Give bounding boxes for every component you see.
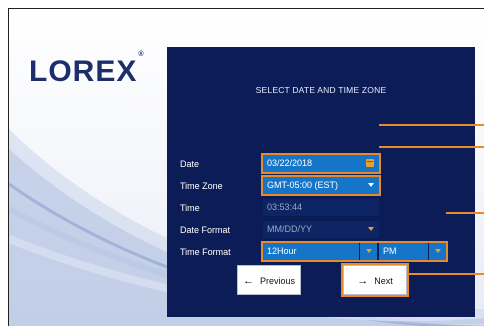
time-value: 03:53:44 bbox=[267, 202, 303, 212]
hour-mode-select[interactable]: 12Hour bbox=[263, 243, 377, 260]
callout-time-zone bbox=[379, 146, 484, 148]
hour-mode-dropdown-button[interactable] bbox=[359, 243, 377, 260]
time-label: Time bbox=[180, 203, 200, 213]
chevron-down-icon bbox=[368, 183, 374, 187]
callout-time-format bbox=[446, 212, 484, 214]
callout-date bbox=[379, 124, 484, 126]
next-button-label: Next bbox=[374, 276, 393, 286]
time-field: 03:53:44 bbox=[263, 199, 379, 216]
meridiem-value: PM bbox=[383, 246, 397, 256]
date-time-setup-panel: SELECT DATE AND TIME ZONE Date 03/22/201… bbox=[167, 47, 475, 317]
hour-mode-value: 12Hour bbox=[267, 246, 297, 256]
time-format-group: 12Hour PM bbox=[261, 241, 448, 262]
date-format-label: Date Format bbox=[180, 225, 231, 235]
calendar-icon[interactable] bbox=[366, 159, 374, 167]
chevron-down-icon bbox=[366, 249, 372, 253]
time-zone-label: Time Zone bbox=[180, 181, 223, 191]
meridiem-select[interactable]: PM bbox=[379, 243, 446, 260]
next-button[interactable]: → Next bbox=[341, 263, 409, 297]
callout-next bbox=[407, 273, 484, 275]
time-zone-select[interactable]: GMT-05:00 (EST) bbox=[261, 175, 381, 196]
trademark-symbol: ® bbox=[138, 51, 145, 58]
time-zone-value: GMT-05:00 (EST) bbox=[267, 180, 339, 190]
arrow-left-icon: ← bbox=[242, 275, 254, 287]
meridiem-dropdown-button[interactable] bbox=[428, 243, 446, 260]
lorex-logo: LOREX® bbox=[29, 51, 145, 89]
arrow-right-icon: → bbox=[357, 275, 369, 287]
previous-button[interactable]: ← Previous bbox=[237, 265, 301, 295]
chevron-down-icon bbox=[368, 227, 374, 231]
dialog-title: SELECT DATE AND TIME ZONE bbox=[255, 85, 387, 95]
date-format-value: MM/DD/YY bbox=[267, 224, 312, 234]
chevron-down-icon bbox=[435, 249, 441, 253]
date-field[interactable]: 03/22/2018 bbox=[261, 153, 381, 174]
background-frame: LOREX® SELECT DATE AND TIME ZONE Date 03… bbox=[8, 8, 484, 326]
date-value: 03/22/2018 bbox=[267, 158, 313, 168]
previous-button-label: Previous bbox=[259, 276, 295, 286]
date-format-select[interactable]: MM/DD/YY bbox=[263, 221, 379, 238]
time-format-label: Time Format bbox=[180, 247, 231, 257]
logo-text: LOREX bbox=[29, 55, 138, 88]
date-label: Date bbox=[180, 159, 200, 169]
